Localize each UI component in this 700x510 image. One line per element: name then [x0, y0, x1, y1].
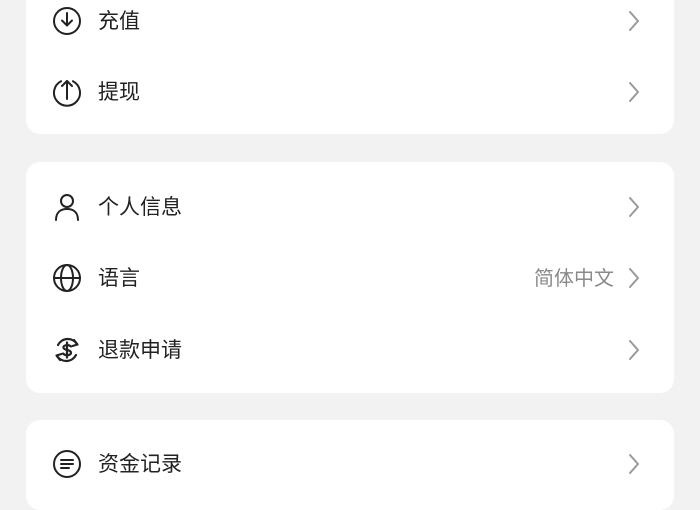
funds-record-icon [52, 449, 82, 479]
refund-icon [52, 335, 82, 365]
menu-item-label: 充值 [98, 9, 140, 33]
chevron-right-icon [622, 452, 646, 476]
menu-item-label: 资金记录 [98, 452, 182, 476]
menu-item-refund[interactable]: 退款申请 [26, 322, 674, 378]
arrow-up-circle-icon [52, 77, 82, 107]
menu-item-recharge[interactable]: 充值 [26, 0, 674, 49]
arrow-down-circle-icon [52, 6, 82, 36]
menu-item-language[interactable]: 语言 简体中文 [26, 250, 674, 306]
chevron-right-icon [622, 266, 646, 290]
chevron-right-icon [622, 195, 646, 219]
settings-card: 个人信息 语言 简体中文 退款申请 [26, 162, 674, 393]
menu-item-withdraw[interactable]: 提现 [26, 64, 674, 120]
chevron-right-icon [622, 80, 646, 104]
chevron-right-icon [622, 338, 646, 362]
menu-item-funds-record[interactable]: 资金记录 [26, 436, 674, 492]
user-icon [52, 192, 82, 222]
menu-item-label: 退款申请 [98, 338, 182, 362]
menu-item-label: 个人信息 [98, 195, 182, 219]
records-card: 资金记录 [26, 420, 674, 510]
chevron-right-icon [622, 9, 646, 33]
menu-item-label: 提现 [98, 80, 140, 104]
globe-icon [52, 263, 82, 293]
menu-item-profile[interactable]: 个人信息 [26, 179, 674, 235]
wallet-card: 充值 提现 [26, 0, 674, 134]
language-value: 简体中文 [534, 266, 614, 290]
menu-item-label: 语言 [98, 266, 140, 290]
